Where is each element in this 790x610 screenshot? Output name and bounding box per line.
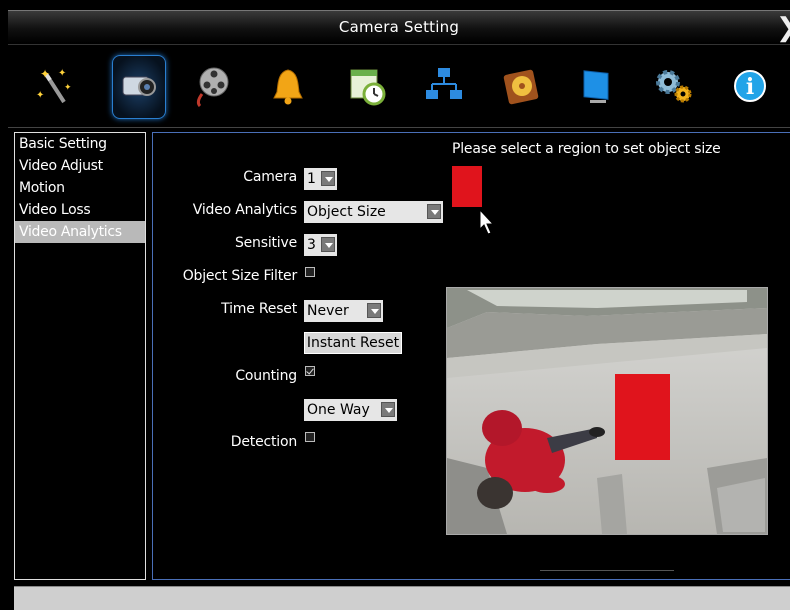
sensitive-select-value: 3 — [307, 237, 316, 253]
svg-text:i: i — [746, 74, 754, 100]
info-icon[interactable]: i — [724, 55, 776, 117]
camera-label: Camera — [243, 169, 297, 185]
schedule-icon[interactable] — [342, 55, 394, 117]
svg-text:✦: ✦ — [40, 67, 50, 81]
video-analytics-label: Video Analytics — [192, 202, 297, 218]
sensitive-select[interactable]: 3 — [304, 234, 337, 256]
wizard-icon[interactable]: ✦ ✦ ✦ ✦ — [30, 55, 82, 117]
chevron-down-icon — [427, 204, 441, 219]
settings-panel: Camera 1 Video Analytics Object Size Sen… — [152, 132, 790, 580]
sidebar-item-video-analytics[interactable]: Video Analytics — [15, 221, 145, 243]
svg-text:✦: ✦ — [36, 90, 44, 101]
sensitive-label: Sensitive — [234, 235, 297, 251]
instant-reset-button[interactable]: Instant Reset — [304, 332, 402, 354]
camera-select-value: 1 — [307, 171, 316, 187]
network-icon[interactable] — [418, 55, 470, 117]
sidebar-item-video-loss[interactable]: Video Loss — [15, 199, 145, 221]
storage-disk-icon[interactable] — [496, 55, 548, 117]
sidebar-item-motion[interactable]: Motion — [15, 177, 145, 199]
camera-select[interactable]: 1 — [304, 168, 337, 190]
object-size-filter-label: Object Size Filter — [182, 268, 298, 284]
video-analytics-select[interactable]: Object Size — [304, 201, 443, 223]
window-title: Camera Setting — [338, 18, 460, 36]
time-reset-select[interactable]: Never — [304, 300, 383, 322]
chevron-down-icon — [367, 303, 381, 318]
svg-text:✦: ✦ — [64, 83, 72, 93]
system-gears-icon[interactable] — [648, 55, 700, 117]
region-hint: Please select a region to set object siz… — [452, 141, 721, 157]
counting-direction-value: One Way — [307, 402, 370, 418]
close-icon[interactable]: ❯ — [776, 11, 790, 43]
detection-label: Detection — [230, 434, 297, 450]
time-reset-select-value: Never — [307, 303, 349, 319]
monitor-icon[interactable] — [572, 55, 624, 117]
time-reset-label: Time Reset — [221, 301, 297, 317]
mouse-cursor-icon — [479, 209, 495, 235]
camera-preview[interactable] — [446, 287, 768, 535]
counting-checkbox[interactable] — [305, 366, 315, 376]
alarm-bell-icon[interactable] — [262, 55, 314, 117]
svg-text:✦: ✦ — [58, 68, 66, 79]
settings-sidebar: Basic Setting Video Adjust Motion Video … — [14, 132, 146, 580]
main-toolbar: ✦ ✦ ✦ ✦ i — [8, 44, 790, 128]
counting-direction-select[interactable]: One Way — [304, 399, 397, 421]
sidebar-item-basic-setting[interactable]: Basic Setting — [15, 133, 145, 155]
status-bar — [14, 586, 790, 610]
sidebar-item-video-adjust[interactable]: Video Adjust — [15, 155, 145, 177]
video-analytics-select-value: Object Size — [307, 204, 386, 220]
object-size-filter-checkbox[interactable] — [305, 267, 315, 277]
chevron-down-icon — [321, 171, 335, 186]
counting-label: Counting — [235, 368, 297, 384]
detection-checkbox[interactable] — [305, 432, 315, 442]
object-size-swatch[interactable] — [452, 166, 482, 207]
camera-icon[interactable] — [112, 55, 166, 119]
film-reel-icon[interactable] — [186, 55, 238, 117]
chevron-down-icon — [381, 402, 395, 417]
chevron-down-icon — [321, 237, 335, 252]
title-bar: Camera Setting ❯ — [8, 10, 790, 43]
camera-feed-image — [447, 288, 767, 534]
divider-line — [540, 570, 674, 571]
